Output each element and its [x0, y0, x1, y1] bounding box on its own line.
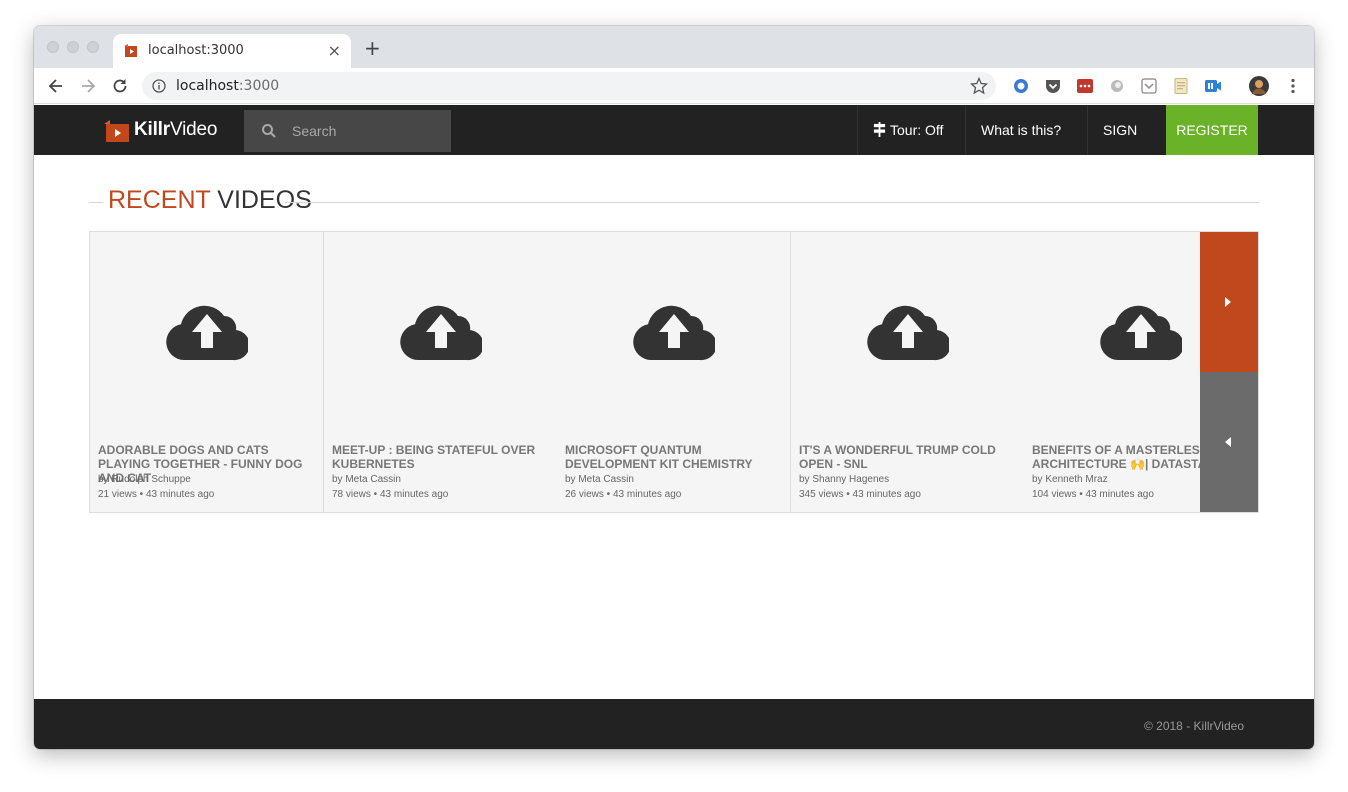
cloud-upload-icon	[867, 305, 949, 361]
extension-ring-icon[interactable]	[1012, 77, 1030, 95]
url-text: localhost:3000	[176, 78, 279, 94]
sign-in-link[interactable]: SIGN IN	[1087, 105, 1166, 188]
killrvideo-logo-icon[interactable]	[104, 120, 129, 142]
profile-avatar[interactable]	[1249, 76, 1269, 96]
brand-thin: Video	[169, 119, 218, 140]
back-icon[interactable]	[46, 76, 66, 96]
caret-right-icon	[1225, 297, 1231, 307]
extension-circle-icon[interactable]	[1108, 77, 1126, 95]
notes-icon[interactable]	[1172, 77, 1190, 95]
browser-tab[interactable]: localhost:3000 ×	[113, 34, 351, 68]
video-meta: 26 views • 43 minutes ago	[565, 489, 682, 500]
save-to-pocket-icon[interactable]	[1140, 77, 1158, 95]
copyright-text: © 2018 - KillrVideo	[1143, 719, 1244, 733]
video-author: by Meta Cassin	[332, 474, 401, 485]
video-card[interactable]: IT'S A WONDERFUL TRUMP COLD OPEN - SNL b…	[791, 232, 1025, 512]
search-box[interactable]	[244, 110, 451, 152]
caret-left-icon	[1225, 437, 1231, 447]
close-window-icon[interactable]	[47, 41, 59, 53]
menu-kebab-icon[interactable]	[1284, 77, 1302, 95]
section-title-highlight: RECENT	[108, 186, 211, 214]
video-author: by Shanny Hagenes	[799, 474, 890, 485]
what-is-this-label: What is this?	[981, 122, 1062, 138]
video-meta: 78 views • 43 minutes ago	[332, 489, 449, 500]
carousel-next-button[interactable]	[1200, 232, 1258, 372]
pocket-icon[interactable]	[1044, 77, 1062, 95]
video-author: by Kenneth Mraz	[1032, 474, 1108, 485]
tab-close-icon[interactable]: ×	[328, 41, 341, 60]
cloud-upload-icon	[400, 305, 482, 361]
video-title[interactable]: MEET-UP : BEING STATEFUL OVER KUBERNETES	[332, 443, 552, 471]
video-title[interactable]: MICROSOFT QUANTUM DEVELOPMENT KIT CHEMIS…	[565, 443, 785, 471]
section-title-rest: VIDEOS	[210, 186, 312, 214]
video-title[interactable]: BENEFITS OF A MASTERLESS ARCHITECTURE 🙌|…	[1032, 443, 1200, 471]
browser-toolbar: localhost:3000	[34, 68, 1314, 104]
address-bar[interactable]: localhost:3000	[142, 72, 996, 100]
search-icon	[262, 124, 276, 138]
video-card[interactable]: ADORABLE DOGS AND CATS PLAYING TOGETHER …	[90, 232, 324, 512]
video-meta: 104 views • 43 minutes ago	[1032, 489, 1154, 500]
url-port: :3000	[238, 78, 280, 94]
killrvideo-favicon-icon	[124, 44, 137, 57]
browser-window: localhost:3000 × + localhost:3000 KillrV…	[34, 26, 1314, 749]
what-is-this-dropdown[interactable]: What is this?	[965, 105, 1087, 184]
new-tab-button[interactable]: +	[364, 38, 381, 58]
cloud-upload-icon	[1100, 305, 1182, 361]
url-host: localhost	[176, 78, 239, 94]
tour-label: Tour: Off	[890, 122, 944, 138]
maximize-window-icon[interactable]	[87, 41, 99, 53]
video-author: by Rudolph Schuppe	[98, 474, 191, 485]
section-title: RECENT VIDEOS	[108, 186, 312, 215]
video-meta: 345 views • 43 minutes ago	[799, 489, 921, 500]
cloud-upload-icon	[166, 305, 248, 361]
caret-down-icon	[986, 179, 994, 184]
video-meta: 21 views • 43 minutes ago	[98, 489, 215, 500]
tour-toggle[interactable]: Tour: Off	[857, 105, 965, 155]
tab-strip: localhost:3000 × +	[34, 26, 1314, 68]
search-input[interactable]	[292, 120, 442, 142]
lastpass-icon[interactable]	[1076, 77, 1094, 95]
bookmark-star-icon[interactable]	[970, 77, 988, 95]
tab-title: localhost:3000	[148, 43, 244, 58]
recent-videos-carousel: ADORABLE DOGS AND CATS PLAYING TOGETHER …	[89, 231, 1259, 513]
site-footer: © 2018 - KillrVideo	[34, 699, 1314, 749]
signpost-icon	[873, 122, 886, 137]
minimize-window-icon[interactable]	[67, 41, 79, 53]
video-card[interactable]: MICROSOFT QUANTUM DEVELOPMENT KIT CHEMIS…	[557, 232, 791, 512]
site-navbar: KillrVideo Tour: Off What is this? SIGN …	[34, 105, 1314, 188]
heading-rule-right	[285, 202, 1259, 203]
video-title[interactable]: IT'S A WONDERFUL TRUMP COLD OPEN - SNL	[799, 443, 1019, 471]
register-button[interactable]: REGISTER	[1166, 105, 1258, 155]
cloud-upload-icon	[633, 305, 715, 361]
brand-bold: Killr	[134, 119, 170, 140]
forward-icon[interactable]	[78, 76, 98, 96]
video-card[interactable]: MEET-UP : BEING STATEFUL OVER KUBERNETES…	[324, 232, 558, 512]
heading-rule-left	[89, 202, 103, 203]
brand-name[interactable]: KillrVideo	[134, 119, 217, 141]
video-card[interactable]: BENEFITS OF A MASTERLESS ARCHITECTURE 🙌|…	[1024, 232, 1200, 512]
video-author: by Meta Cassin	[565, 474, 634, 485]
info-icon[interactable]	[152, 79, 166, 93]
video-extension-icon[interactable]	[1204, 77, 1222, 95]
sign-in-label: SIGN IN	[1103, 122, 1138, 188]
reload-icon[interactable]	[110, 76, 130, 96]
carousel-prev-button[interactable]	[1200, 372, 1258, 512]
